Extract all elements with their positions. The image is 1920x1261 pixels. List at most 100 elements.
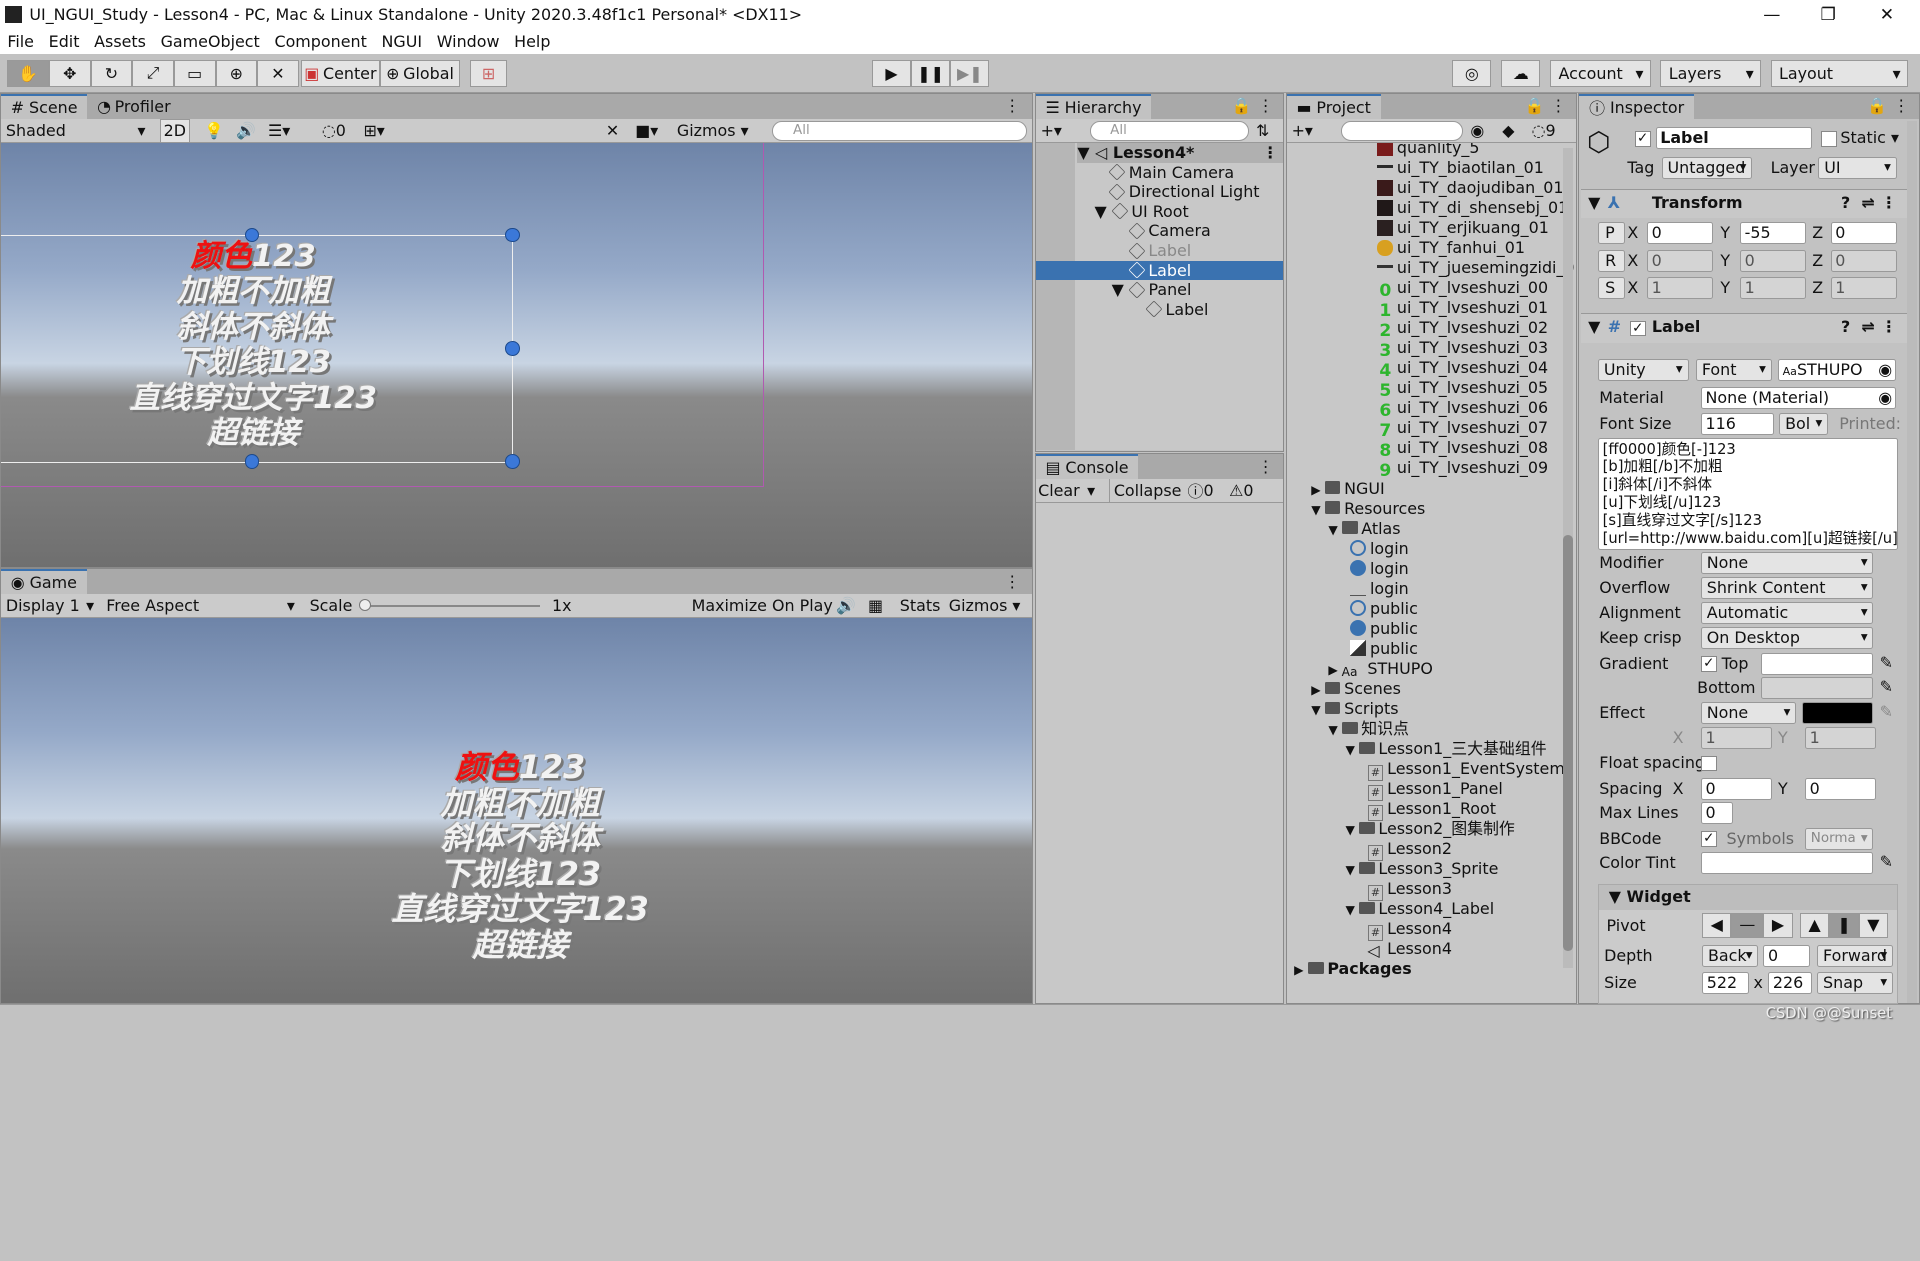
project-tree-item[interactable]: login <box>1350 539 1409 559</box>
transform-scale-z-field[interactable]: 1 <box>1830 276 1897 299</box>
project-search-input[interactable] <box>1340 120 1464 141</box>
panel-menu-icon[interactable]: ⋮ <box>1258 457 1274 476</box>
effect-dropdown[interactable]: None <box>1700 701 1797 724</box>
expand-arrow-icon[interactable]: ▶ <box>1328 663 1341 677</box>
project-tree-item[interactable]: # Lesson1_Panel <box>1367 779 1503 802</box>
label-enabled-checkbox[interactable]: ✓ <box>1629 320 1646 337</box>
size-height-field[interactable]: 226 <box>1768 972 1813 995</box>
help-icon[interactable]: ? <box>1841 314 1850 341</box>
game-gizmos-dropdown[interactable]: Gizmos ▾ <box>949 594 1021 618</box>
eyedropper-icon[interactable]: ✎ <box>1880 852 1893 871</box>
asset-item[interactable]: ui_TY_juesemingzidi_0 <box>1377 258 1575 278</box>
account-dropdown[interactable]: Account ▾ <box>1550 59 1651 87</box>
asset-item[interactable]: ui_TY_biaotilan_01 <box>1377 158 1544 178</box>
font-field[interactable]: AaSTHUPO ◉ <box>1777 358 1896 381</box>
expand-arrow-icon[interactable]: ▼ <box>1328 523 1341 537</box>
project-tree-item[interactable]: public <box>1350 599 1418 619</box>
panel-menu-icon[interactable]: ⋮ <box>1004 96 1020 115</box>
scrollbar-thumb[interactable] <box>1563 534 1574 952</box>
gradient-top-color[interactable] <box>1760 652 1874 675</box>
expand-arrow-icon[interactable]: ▼ <box>1345 823 1358 837</box>
alignment-dropdown[interactable]: Automatic <box>1700 602 1874 625</box>
mute-audio-icon[interactable]: 🔊 <box>836 594 856 618</box>
rotate-tool-icon[interactable]: ↻ <box>90 59 133 87</box>
layers-dropdown[interactable]: Layers ▾ <box>1660 59 1761 87</box>
panel-menu-icon[interactable]: ⋮ <box>1550 96 1566 115</box>
warning-count[interactable]: ⚠ 0 <box>1229 479 1253 503</box>
transform-rot-x-field[interactable]: 0 <box>1646 249 1714 272</box>
tab-project[interactable]: ▬ Project <box>1286 94 1381 119</box>
expand-arrow-icon[interactable]: ▼ <box>1345 743 1358 757</box>
custom-tool-icon[interactable]: ✕ <box>257 59 299 87</box>
panel-menu-icon[interactable]: ⋮ <box>1004 572 1020 591</box>
tools-icon[interactable]: ✕ <box>606 119 619 143</box>
pause-button[interactable]: ❚❚ <box>911 59 951 87</box>
scale-slider[interactable] <box>361 604 540 608</box>
tab-hierarchy[interactable]: ☰ Hierarchy <box>1035 94 1152 119</box>
resize-handle[interactable] <box>505 341 521 357</box>
pivot-center-button[interactable]: ▣ Center <box>301 59 380 87</box>
snap-button[interactable]: Snap <box>1817 972 1894 995</box>
pivot-top-icon[interactable]: ▲ <box>1799 913 1830 938</box>
pivot-center-icon[interactable]: — <box>1731 913 1764 938</box>
aspect-dropdown[interactable]: Free Aspect ▾ <box>106 594 297 618</box>
asset-item[interactable]: quanlity_5 <box>1377 143 1479 158</box>
clear-options-icon[interactable]: ▾ <box>1087 479 1095 503</box>
lock-icon[interactable]: 🔒 <box>1867 96 1887 115</box>
scale-tool-icon[interactable]: ⤢ <box>132 59 174 87</box>
project-tree-item[interactable]: ▼ Resources <box>1311 499 1425 519</box>
menu-ngui[interactable]: NGUI <box>374 32 429 51</box>
project-tree-item[interactable]: login <box>1350 579 1409 599</box>
pivot-left-icon[interactable]: ◀ <box>1702 913 1732 938</box>
asset-item[interactable]: 8 ui_TY_lvseshuzi_08 <box>1377 438 1548 460</box>
hand-tool-icon[interactable]: ✋ <box>7 59 49 87</box>
effects-icon[interactable]: ☰▾ <box>268 119 290 143</box>
hierarchy-item[interactable]: ▼ Panel <box>1112 280 1192 300</box>
pivot-middle-icon[interactable]: ❚ <box>1829 913 1859 938</box>
asset-item[interactable]: ui_TY_erjikuang_01 <box>1377 218 1549 238</box>
expand-arrow-icon[interactable]: ▼ <box>1311 503 1324 517</box>
preset-icon[interactable]: ⇌ <box>1861 314 1874 341</box>
hierarchy-item[interactable]: Camera <box>1128 221 1211 241</box>
menu-edit[interactable]: Edit <box>41 32 87 51</box>
project-tree-item[interactable]: public <box>1350 619 1418 639</box>
transform-rot-z-field[interactable]: 0 <box>1830 249 1897 272</box>
active-checkbox[interactable]: ✓ <box>1634 131 1651 147</box>
project-tree-item[interactable]: # Lesson1_EventSystem <box>1367 759 1565 782</box>
clear-button[interactable]: Clear <box>1038 479 1087 503</box>
lock-icon[interactable]: 🔒 <box>1525 96 1545 115</box>
bbcode-checkbox[interactable]: ✓ <box>1700 831 1717 848</box>
transform-scale-x-field[interactable]: 1 <box>1646 276 1714 299</box>
resize-handle[interactable] <box>505 227 521 243</box>
expand-arrow-icon[interactable]: ▶ <box>1311 683 1324 697</box>
material-field[interactable]: None (Material) ◉ <box>1700 386 1896 409</box>
move-tool-icon[interactable]: ✥ <box>48 59 91 87</box>
eyedropper-icon[interactable]: ✎ <box>1880 702 1893 721</box>
font-style-dropdown[interactable]: Bol <box>1779 412 1829 435</box>
maximize-button[interactable]: ❐ <box>1800 0 1856 29</box>
float-spacing-checkbox[interactable] <box>1700 755 1717 772</box>
hierarchy-item[interactable]: ▼ UI Root <box>1094 202 1188 222</box>
project-tree-item[interactable]: ▼ Lesson3_Sprite <box>1345 859 1498 879</box>
panel-menu-icon[interactable]: ⋮ <box>1258 96 1274 115</box>
display-dropdown[interactable]: Display 1 ▾ <box>6 594 97 618</box>
camera-icon[interactable]: ■▾ <box>635 119 658 143</box>
sort-icon[interactable]: ⇅ <box>1256 119 1269 143</box>
asset-item[interactable]: 6 ui_TY_lvseshuzi_06 <box>1377 398 1548 420</box>
layout-dropdown[interactable]: Layout ▾ <box>1770 59 1908 87</box>
error-count[interactable]: ⓘ 0 <box>1188 479 1214 503</box>
project-tree-item[interactable]: # Lesson3 <box>1367 879 1452 902</box>
shading-dropdown[interactable]: Shaded ▾ <box>6 119 150 143</box>
menu-help[interactable]: Help <box>507 32 558 51</box>
tab-profiler[interactable]: ◔ Profiler <box>87 94 180 118</box>
project-tree-item[interactable]: # Lesson4 <box>1367 919 1452 942</box>
transform-scale-y-field[interactable]: 1 <box>1740 276 1807 299</box>
panel-menu-icon[interactable]: ⋮ <box>1893 96 1909 115</box>
expand-arrow-icon[interactable]: ▼ <box>1311 703 1324 717</box>
effect-color[interactable] <box>1802 701 1874 724</box>
font-kind-dropdown[interactable]: Font <box>1695 358 1772 381</box>
project-tree-item[interactable]: ▶ Packages <box>1294 959 1412 979</box>
forward-button[interactable]: Forward <box>1817 945 1894 968</box>
project-tree-item[interactable]: ▼ Lesson4_Label <box>1345 899 1494 919</box>
font-size-field[interactable]: 116 <box>1700 412 1775 435</box>
